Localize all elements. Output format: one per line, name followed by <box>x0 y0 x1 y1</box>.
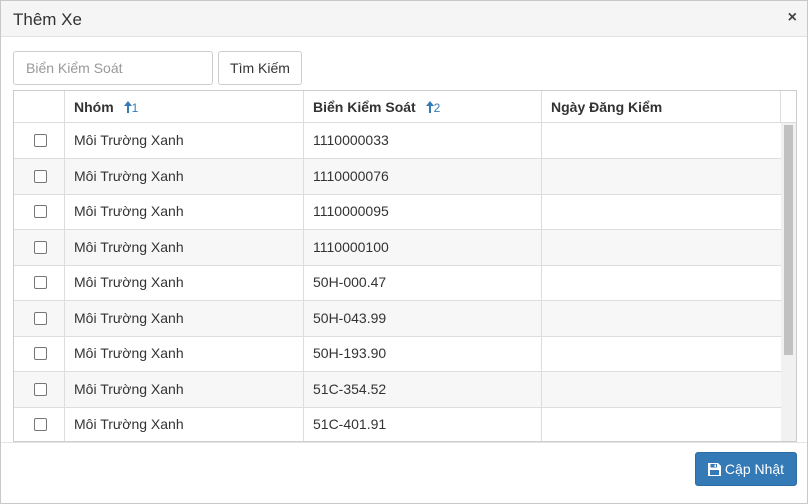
row-checkbox[interactable] <box>34 205 47 218</box>
inspection-date-cell <box>542 123 781 158</box>
inspection-date-cell <box>542 407 781 441</box>
save-button[interactable]: Cập Nhật <box>695 452 797 486</box>
row-checkbox[interactable] <box>34 170 47 183</box>
table-row[interactable]: Môi Trường Xanh 1110000076 <box>14 159 781 195</box>
inspection-date-cell <box>542 230 781 265</box>
row-checkbox[interactable] <box>34 241 47 254</box>
search-button[interactable]: Tìm Kiếm <box>218 51 302 85</box>
table-row[interactable]: Môi Trường Xanh 1110000095 <box>14 194 781 230</box>
table-row[interactable]: Môi Trường Xanh 50H-043.99 <box>14 301 781 337</box>
header-scroll-spacer <box>781 91 796 123</box>
inspection-date-cell <box>542 194 781 229</box>
plate-cell: 51C-401.91 <box>304 407 542 441</box>
plate-cell: 51C-354.52 <box>304 372 542 407</box>
inspection-date-cell <box>542 372 781 407</box>
column-header-group[interactable]: Nhóm 1 <box>65 91 304 123</box>
dialog-title: Thêm Xe <box>13 10 82 29</box>
vertical-scrollbar[interactable] <box>781 123 796 441</box>
plate-cell: 50H-000.47 <box>304 265 542 300</box>
group-cell: Môi Trường Xanh <box>65 407 304 441</box>
grid-header: Nhóm 1 Biển Kiểm Soát 2 Ngày Đăng Kiểm <box>14 91 796 123</box>
group-cell: Môi Trường Xanh <box>65 372 304 407</box>
group-cell: Môi Trường Xanh <box>65 123 304 158</box>
sort-indicator: 2 <box>425 101 441 115</box>
plate-cell: 1110000033 <box>304 123 542 158</box>
plate-cell: 50H-193.90 <box>304 336 542 371</box>
group-cell: Môi Trường Xanh <box>65 336 304 371</box>
group-cell: Môi Trường Xanh <box>65 159 304 194</box>
plate-cell: 50H-043.99 <box>304 301 542 336</box>
group-cell: Môi Trường Xanh <box>65 194 304 229</box>
close-button[interactable]: × <box>788 8 797 28</box>
vehicle-grid: Nhóm 1 Biển Kiểm Soát 2 Ngày Đăng Kiểm M… <box>13 90 797 442</box>
inspection-date-cell <box>542 265 781 300</box>
inspection-date-cell <box>542 301 781 336</box>
save-button-label: Cập Nhật <box>724 461 785 477</box>
footer-divider <box>1 442 807 443</box>
sort-order: 1 <box>131 101 139 115</box>
table-row[interactable]: Môi Trường Xanh 1110000033 <box>14 123 781 159</box>
column-header-select <box>14 91 65 123</box>
column-header-plate[interactable]: Biển Kiểm Soát 2 <box>304 91 542 123</box>
sort-indicator: 1 <box>123 101 139 115</box>
arrow-up-icon <box>425 101 434 113</box>
scrollbar-thumb[interactable] <box>784 125 793 355</box>
row-checkbox[interactable] <box>34 418 47 431</box>
group-cell: Môi Trường Xanh <box>65 301 304 336</box>
column-header-inspection-date-label: Ngày Đăng Kiểm <box>551 99 663 115</box>
table-row[interactable]: Môi Trường Xanh 51C-354.52 <box>14 372 781 408</box>
row-checkbox[interactable] <box>34 312 47 325</box>
inspection-date-cell <box>542 159 781 194</box>
sort-order: 2 <box>433 101 441 115</box>
floppy-disk-icon <box>707 463 721 476</box>
dialog-header: Thêm Xe × <box>1 1 807 37</box>
column-header-group-label: Nhóm <box>74 99 114 115</box>
column-header-inspection-date[interactable]: Ngày Đăng Kiểm <box>542 91 781 123</box>
plate-cell: 1110000095 <box>304 194 542 229</box>
row-checkbox[interactable] <box>34 276 47 289</box>
arrow-up-icon <box>123 101 132 113</box>
group-cell: Môi Trường Xanh <box>65 265 304 300</box>
table-row[interactable]: Môi Trường Xanh 1110000100 <box>14 230 781 266</box>
inspection-date-cell <box>542 336 781 371</box>
table-row[interactable]: Môi Trường Xanh 50H-000.47 <box>14 265 781 301</box>
plate-cell: 1110000100 <box>304 230 542 265</box>
table-row[interactable]: Môi Trường Xanh 50H-193.90 <box>14 336 781 372</box>
plate-cell: 1110000076 <box>304 159 542 194</box>
add-vehicle-dialog: Thêm Xe × Tìm Kiếm Nhóm 1 Biển Kiểm Soát… <box>0 0 808 504</box>
row-checkbox[interactable] <box>34 134 47 147</box>
row-checkbox[interactable] <box>34 383 47 396</box>
group-cell: Môi Trường Xanh <box>65 230 304 265</box>
row-checkbox[interactable] <box>34 347 47 360</box>
table-row[interactable]: Môi Trường Xanh 51C-401.91 <box>14 407 781 441</box>
plate-search-input[interactable] <box>13 51 213 85</box>
column-header-plate-label: Biển Kiểm Soát <box>313 99 416 115</box>
